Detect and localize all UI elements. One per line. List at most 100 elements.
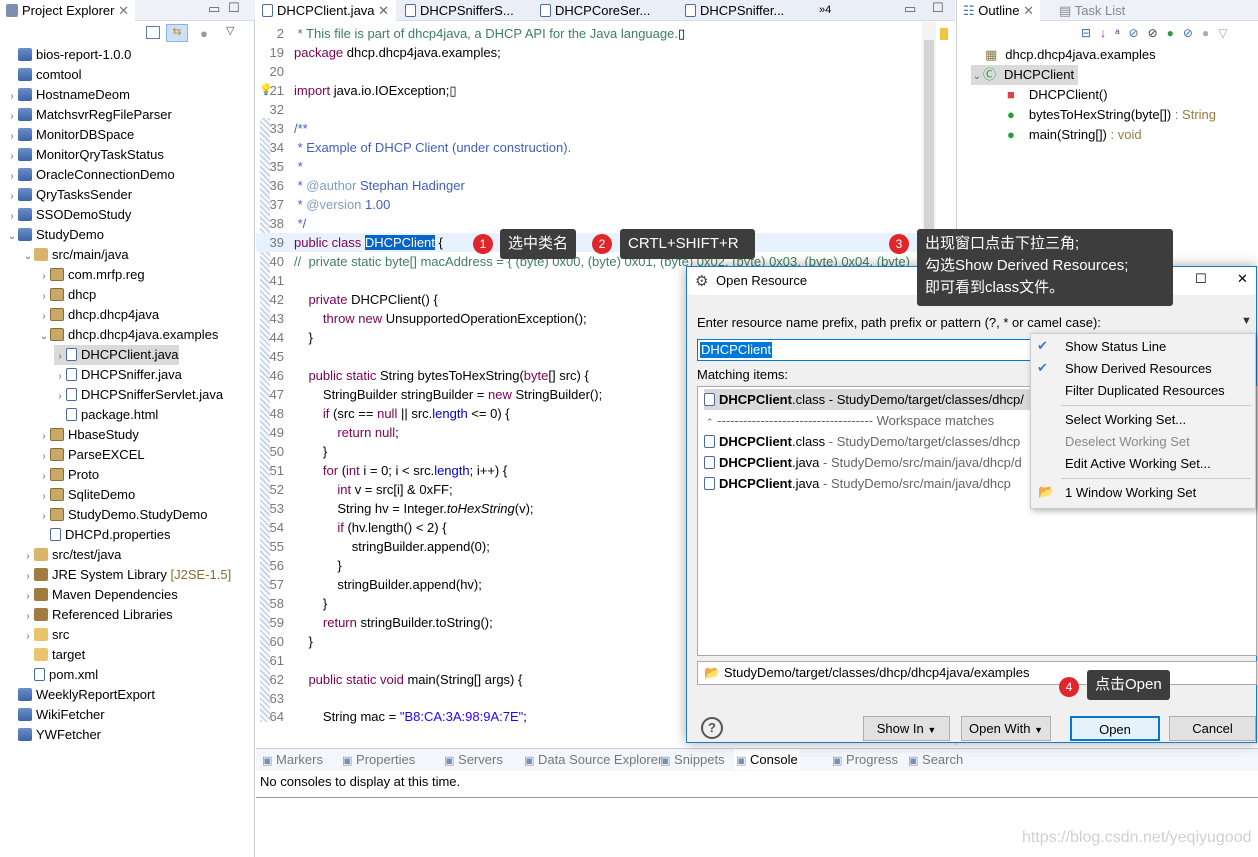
tree-item[interactable]: › DHCPClient.java: [54, 345, 179, 365]
minimize-icon[interactable]: ▭: [904, 1, 916, 17]
chevron-right-icon[interactable]: ›: [6, 147, 18, 167]
menu-item[interactable]: Filter Duplicated Resources: [1065, 380, 1225, 402]
tab-servers[interactable]: ▣ Servers: [442, 749, 505, 770]
link-with-editor-icon[interactable]: ⇆: [166, 24, 188, 42]
chevron-right-icon[interactable]: ›: [38, 467, 50, 487]
result-item[interactable]: DHCPClient.class - StudyDemo/target/clas…: [704, 389, 1034, 410]
close-icon[interactable]: ✕: [1237, 271, 1248, 287]
chevron-right-icon[interactable]: ›: [38, 287, 50, 307]
tab-data-source-explorer[interactable]: ▣ Data Source Explorer: [522, 749, 664, 770]
code-line[interactable]: 57 stringBuilder.append(hv);: [256, 575, 482, 594]
maximize-icon[interactable]: ☐: [228, 0, 240, 16]
code-line[interactable]: 55 stringBuilder.append(0);: [256, 537, 490, 556]
tree-item[interactable]: › dhcp.dhcp4java: [38, 305, 159, 325]
help-icon[interactable]: ?: [701, 717, 723, 739]
code-line[interactable]: 35 *: [256, 157, 303, 176]
code-line[interactable]: 19 package dhcp.dhcp4java.examples;: [256, 43, 501, 62]
chevron-right-icon[interactable]: ›: [38, 267, 50, 287]
tree-item[interactable]: bios-report-1.0.0: [6, 45, 131, 65]
tree-item[interactable]: › ParseEXCEL: [38, 445, 144, 467]
tree-item[interactable]: target: [22, 645, 85, 665]
menu-item[interactable]: Edit Active Working Set...: [1065, 453, 1211, 475]
tab-properties[interactable]: ▣ Properties: [340, 749, 417, 770]
tree-item[interactable]: comtool: [6, 65, 82, 85]
chevron-right-icon[interactable]: ›: [6, 167, 18, 187]
tree-item[interactable]: › Referenced Libraries: [22, 605, 172, 627]
outline-item[interactable]: ■ DHCPClient(): [1007, 85, 1108, 105]
tree-item[interactable]: › DHCPSnifferServlet.java: [54, 385, 223, 405]
collapse-all-icon[interactable]: [146, 26, 160, 39]
chevron-right-icon[interactable]: ›: [38, 307, 50, 327]
tree-item[interactable]: ⌄ dhcp.dhcp4java.examples: [38, 325, 219, 345]
close-icon[interactable]: ✕: [1023, 3, 1034, 18]
tree-item[interactable]: › QryTasksSender: [6, 185, 132, 205]
tree-item[interactable]: ⌄ src/main/java: [22, 245, 129, 265]
code-line[interactable]: 58 }: [256, 594, 328, 613]
code-line[interactable]: 59 return stringBuilder.toString();: [256, 613, 493, 632]
chevron-down-icon[interactable]: ▽: [226, 24, 234, 37]
chevron-right-icon[interactable]: ›: [22, 567, 34, 587]
chevron-right-icon[interactable]: ›: [22, 607, 34, 627]
code-line[interactable]: 61: [256, 651, 294, 670]
expand-icon[interactable]: ⌃: [706, 417, 714, 427]
chevron-down-icon[interactable]: ⌄: [971, 67, 983, 87]
chevron-right-icon[interactable]: ›: [22, 587, 34, 607]
tree-item[interactable]: › Maven Dependencies: [22, 585, 177, 607]
chevron-right-icon[interactable]: ›: [22, 627, 34, 647]
code-line[interactable]: 47 StringBuilder stringBuilder = new Str…: [256, 385, 603, 404]
editor-tab[interactable]: DHCPSniffer...: [679, 0, 790, 21]
code-line[interactable]: 37 * @version 1.00: [256, 195, 391, 214]
minimize-icon[interactable]: ▭: [208, 1, 220, 17]
tree-item[interactable]: WeeklyReportExport: [6, 685, 155, 705]
outline-item[interactable]: ● main(String[]) : void: [1007, 125, 1142, 145]
menu-item[interactable]: Show Status Line: [1065, 336, 1166, 358]
result-item[interactable]: DHCPClient.java - StudyDemo/src/main/jav…: [704, 452, 1022, 473]
chevron-right-icon[interactable]: ›: [54, 367, 66, 387]
outline-toolbar[interactable]: ⊟↓ᵃ⊘⊘●⊘●▽: [1081, 26, 1236, 40]
code-line[interactable]: 44 }: [256, 328, 313, 347]
tree-item[interactable]: package.html: [54, 405, 158, 425]
tree-item[interactable]: pom.xml: [22, 665, 98, 685]
code-line[interactable]: 41: [256, 271, 294, 290]
code-line[interactable]: 56 }: [256, 556, 342, 575]
code-line[interactable]: 20: [256, 62, 294, 81]
chevron-right-icon[interactable]: ›: [6, 207, 18, 227]
outline-item[interactable]: ● bytesToHexString(byte[]) : String: [1007, 105, 1216, 125]
editor-tab[interactable]: DHCPCoreSer...: [534, 0, 656, 21]
code-line[interactable]: 50 }: [256, 442, 328, 461]
code-line[interactable]: 34 * Example of DHCP Client (under const…: [256, 138, 572, 157]
maximize-icon[interactable]: ☐: [932, 0, 944, 16]
code-line[interactable]: 43 throw new UnsupportedOperationExcepti…: [256, 309, 587, 328]
chevron-right-icon[interactable]: ›: [6, 107, 18, 127]
chevron-right-icon[interactable]: ›: [22, 547, 34, 567]
chevron-right-icon[interactable]: ›: [6, 87, 18, 107]
code-line[interactable]: 52 int v = src[i] & 0xFF;: [256, 480, 453, 499]
tree-item[interactable]: YWFetcher: [6, 725, 101, 745]
chevron-right-icon[interactable]: ›: [38, 487, 50, 507]
tree-item[interactable]: › HostnameDeom: [6, 85, 130, 105]
outline-item[interactable]: ▦ dhcp.dhcp4java.examples: [985, 45, 1156, 65]
result-item[interactable]: DHCPClient.class - StudyDemo/target/clas…: [704, 431, 1020, 452]
tree-item[interactable]: › src: [22, 625, 69, 645]
close-icon[interactable]: ✕: [378, 3, 389, 18]
code-line[interactable]: 53 String hv = Integer.toHexString(v);: [256, 499, 534, 518]
editor-tab[interactable]: DHCPSnifferS...: [399, 0, 520, 21]
view-menu-icon[interactable]: ●: [200, 26, 208, 41]
resource-name-input[interactable]: DHCPClient: [697, 339, 1057, 361]
tree-item[interactable]: DHCPd.properties: [38, 525, 171, 545]
code-line[interactable]: 39 public class DHCPClient {: [256, 233, 443, 252]
outline-item[interactable]: ⌄ Ⓒ DHCPClient: [971, 65, 1079, 87]
filter-menu-dropdown-icon[interactable]: ▼: [1241, 315, 1252, 327]
result-item[interactable]: DHCPClient.java - StudyDemo/src/main/jav…: [704, 473, 1011, 494]
chevron-right-icon[interactable]: ›: [38, 447, 50, 467]
code-line[interactable]: 32: [256, 100, 294, 119]
menu-item[interactable]: 1 Window Working Set: [1065, 482, 1196, 504]
chevron-down-icon[interactable]: ⌄: [6, 227, 18, 247]
code-line[interactable]: 45: [256, 347, 294, 366]
tree-item[interactable]: › StudyDemo.StudyDemo: [38, 505, 207, 525]
cancel-button[interactable]: Cancel: [1169, 716, 1256, 741]
close-icon[interactable]: ✕: [118, 3, 129, 18]
code-line[interactable]: 48 if (src == null || src.length <= 0) {: [256, 404, 510, 423]
code-line[interactable]: 2 * This file is part of dhcp4java, a DH…: [256, 24, 685, 43]
code-line[interactable]: 33 /**: [256, 119, 308, 138]
